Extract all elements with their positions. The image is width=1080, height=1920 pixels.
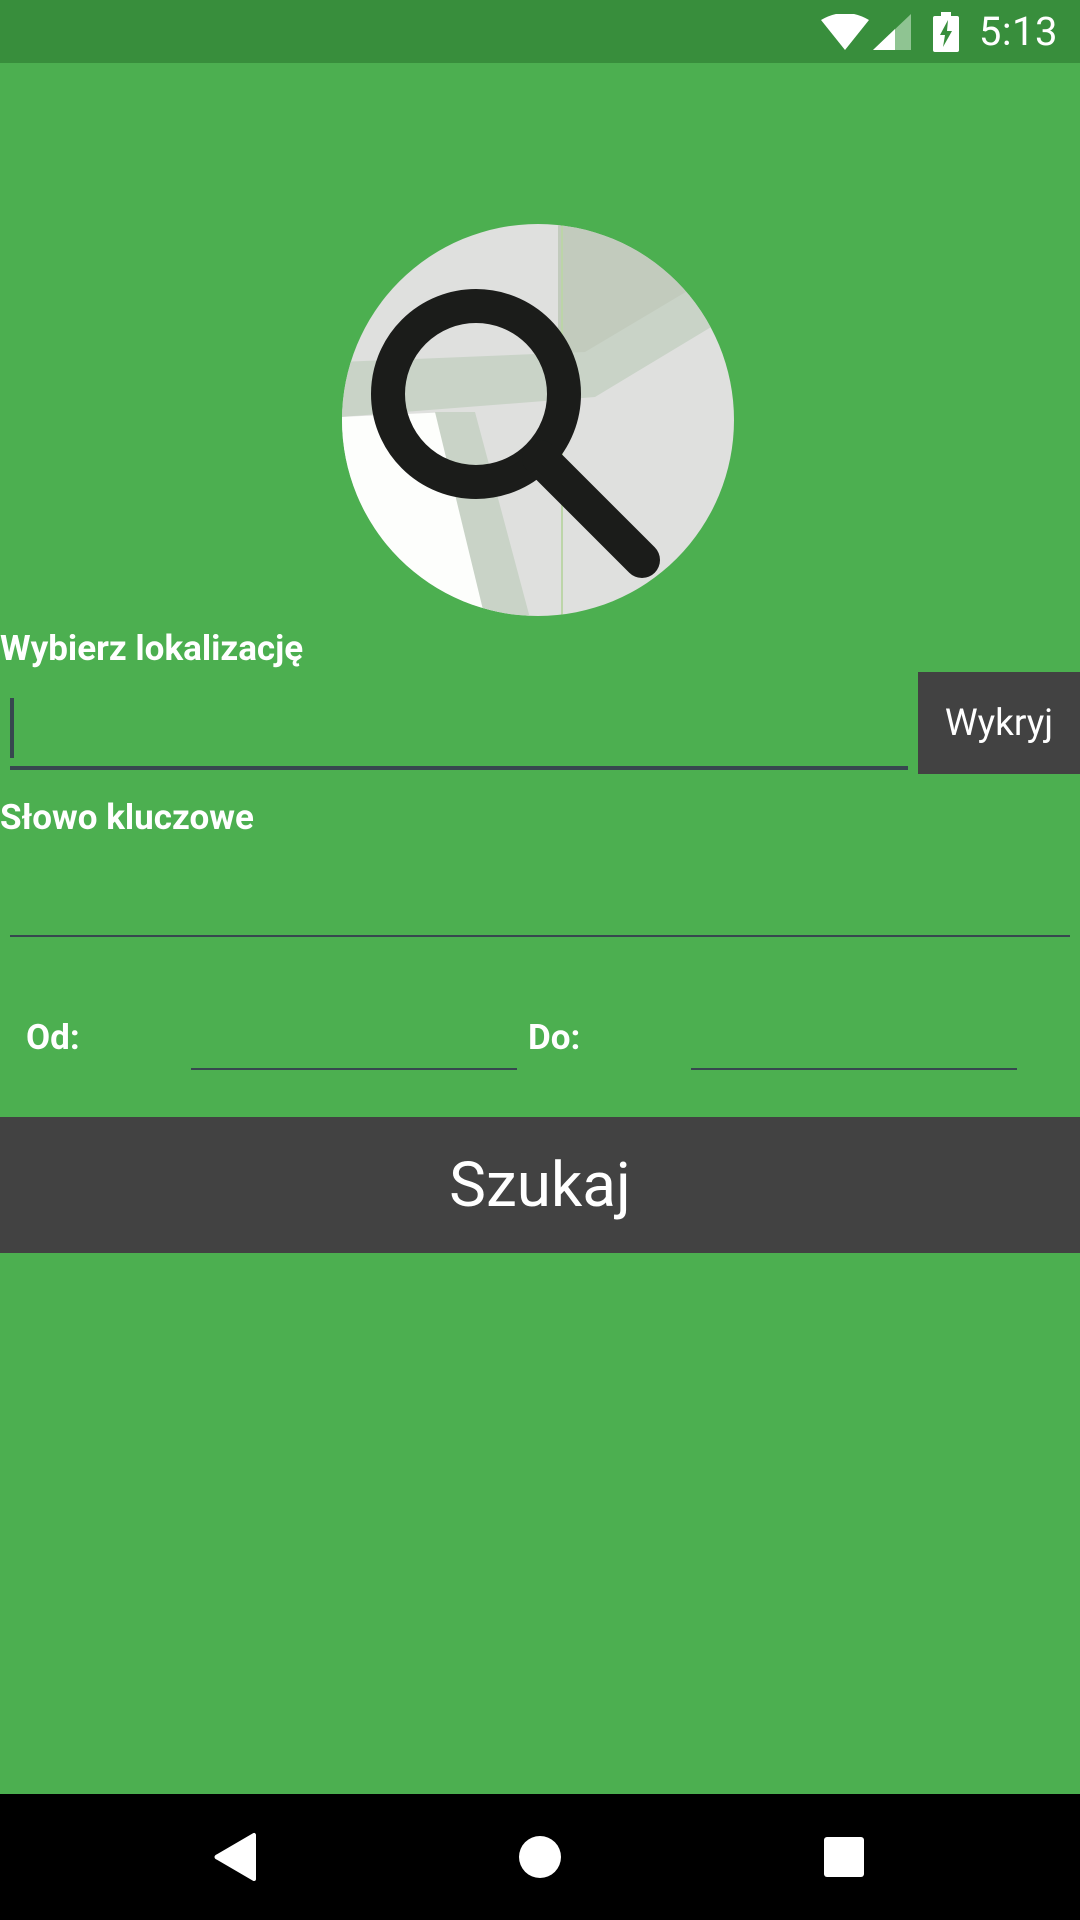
- back-icon[interactable]: [171, 1794, 301, 1920]
- status-icons: 5:13: [820, 0, 1058, 63]
- wifi-icon: [820, 13, 869, 50]
- location-input-underline: [10, 766, 908, 770]
- recents-icon[interactable]: [779, 1794, 909, 1920]
- cell-signal-icon: [872, 13, 911, 50]
- navigation-bar: [0, 1794, 1080, 1920]
- status-bar: 5:13: [0, 0, 1080, 63]
- keyword-input[interactable]: [10, 860, 1074, 936]
- battery-charging-icon: [932, 11, 959, 52]
- status-clock: 5:13: [978, 8, 1058, 55]
- date-from-input[interactable]: [191, 1000, 521, 1070]
- home-icon[interactable]: [475, 1794, 605, 1920]
- date-to-input[interactable]: [691, 1000, 1021, 1070]
- keyword-input-underline: [10, 935, 1070, 937]
- text-cursor: [10, 698, 14, 758]
- date-to-label: Do:: [528, 1017, 581, 1058]
- date-to-underline: [691, 1068, 1017, 1070]
- location-label: Wybierz lokalizację: [0, 628, 304, 669]
- map-search-icon: [340, 222, 736, 618]
- search-button[interactable]: Szukaj: [0, 1117, 1080, 1253]
- date-from-underline: [191, 1068, 517, 1070]
- detect-location-button[interactable]: Wykryj: [918, 672, 1080, 774]
- location-input[interactable]: [10, 690, 910, 768]
- date-from-label: Od:: [26, 1017, 80, 1058]
- keyword-label: Słowo kluczowe: [0, 797, 254, 838]
